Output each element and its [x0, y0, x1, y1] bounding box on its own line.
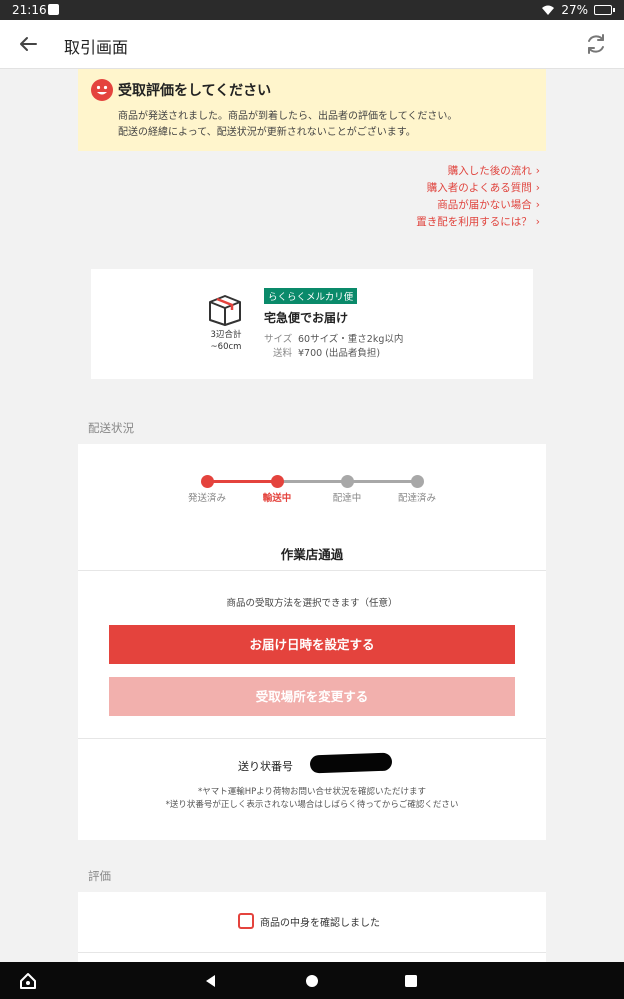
redacted-tracking-number [309, 752, 393, 774]
link-after-purchase-flow[interactable]: 購入した後の流れ › [416, 163, 540, 180]
delivery-status-card: 発送済み 輸送中 配達中 配達済み 作業店通過 商品の受取方法を選択できます（任… [78, 444, 546, 840]
divider [78, 738, 546, 739]
back-arrow-icon[interactable] [16, 32, 40, 56]
step-label-shipped: 発送済み [187, 493, 226, 504]
link-drop-off-delivery[interactable]: 置き配を利用するには？ › [416, 214, 540, 231]
chevron-right-icon: › [535, 199, 540, 211]
tracking-note: *ヤマト運輸HPより荷物お問い合せ状況を確認いただけます *送り状番号が正しく表… [165, 787, 459, 810]
step-dot [341, 475, 354, 488]
fee-value: ¥700 (出品者負担) [298, 348, 381, 359]
step-label-out-for-delivery: 配達中 [332, 493, 362, 504]
recent-apps-icon[interactable] [402, 972, 420, 990]
confirm-contents-label: 商品の中身を確認しました [260, 917, 380, 929]
smiley-icon [91, 79, 113, 101]
notice-line: 商品が発送されました。商品が到着したら、出品者の評価をしてください。 [118, 111, 458, 122]
chevron-right-icon: › [535, 216, 540, 228]
confirm-contents-checkbox[interactable] [238, 913, 254, 929]
status-icons: 27% [541, 3, 615, 17]
shipping-service-name: 宅急便でお届け [264, 311, 349, 325]
tracking-number-label: 送り状番号 [238, 760, 293, 773]
home-app-icon[interactable] [19, 972, 37, 990]
notice-title: 受取評価をしてください [118, 83, 272, 99]
home-circle-icon[interactable] [303, 972, 321, 990]
receive-method-text: 商品の受取方法を選択できます（任意） [226, 598, 398, 609]
status-bar: 21:16 27% [0, 0, 624, 20]
current-status-title: 作業店通過 [280, 547, 344, 562]
divider [78, 570, 546, 571]
shipping-method-card: 3辺合計 ~60cm らくらくメルカリ便 宅急便でお届け サイズ 60サイズ・重さ… [91, 269, 533, 379]
package-box-icon [209, 295, 241, 326]
help-links: 購入した後の流れ › 購入者のよくある質問 › 商品が届かない場合 › 置き配を利用す… [416, 163, 540, 231]
delivery-section-label: 配送状況 [88, 421, 134, 435]
size-value: 60サイズ・重さ2kg以内 [298, 334, 404, 345]
page-title: 取引画面 [64, 38, 129, 57]
shipping-service-badge: らくらくメルカリ便 [264, 288, 358, 304]
step-label-in-transit: 輸送中 [262, 493, 292, 504]
system-navigation-bar [0, 962, 624, 999]
divider [78, 952, 546, 953]
stepper-line-done [207, 480, 277, 483]
set-delivery-datetime-button[interactable]: お届け日時を設定する [109, 625, 515, 664]
notice-body: 商品が発送されました。商品が到着したら、出品者の評価をしてください。 配送の経緯… [118, 109, 538, 141]
battery-icon [594, 5, 615, 15]
box-size-label: 3辺合計 ~60cm [210, 330, 242, 352]
evaluation-section-label: 評価 [88, 869, 111, 883]
evaluation-card: 商品の中身を確認しました [78, 892, 546, 962]
app-bar: 取引画面 [0, 20, 624, 69]
notice-line: 配送の経緯によって、配送状況が更新されないことがございます。 [118, 127, 416, 138]
chevron-right-icon: › [535, 165, 540, 177]
size-key: サイズ [264, 334, 293, 345]
confirm-contents-row[interactable]: 商品の中身を確認しました [238, 913, 380, 929]
link-buyer-faq[interactable]: 購入者のよくある質問 › [416, 180, 540, 197]
notification-icon [48, 4, 59, 15]
shipping-spec: サイズ 60サイズ・重さ2kg以内 送料 ¥700 (出品者負担) [264, 333, 403, 361]
step-dot [411, 475, 424, 488]
chevron-right-icon: › [535, 182, 540, 194]
fee-key: 送料 [272, 348, 292, 359]
step-label-delivered: 配達済み [397, 493, 436, 504]
link-item-not-arrived[interactable]: 商品が届かない場合 › [416, 197, 540, 214]
refresh-icon[interactable] [584, 32, 608, 56]
clock: 21:16 [12, 3, 47, 17]
change-pickup-location-button[interactable]: 受取場所を変更する [109, 677, 515, 716]
battery-percent: 27% [561, 3, 588, 17]
wifi-icon [542, 5, 555, 15]
evaluation-notice: 受取評価をしてください 商品が発送されました。商品が到着したら、出品者の評価をし… [78, 69, 546, 151]
step-dot [271, 475, 284, 488]
back-triangle-icon[interactable] [202, 972, 220, 990]
step-dot [201, 475, 214, 488]
delivery-stepper: 発送済み 輸送中 配達中 配達済み [78, 474, 546, 514]
